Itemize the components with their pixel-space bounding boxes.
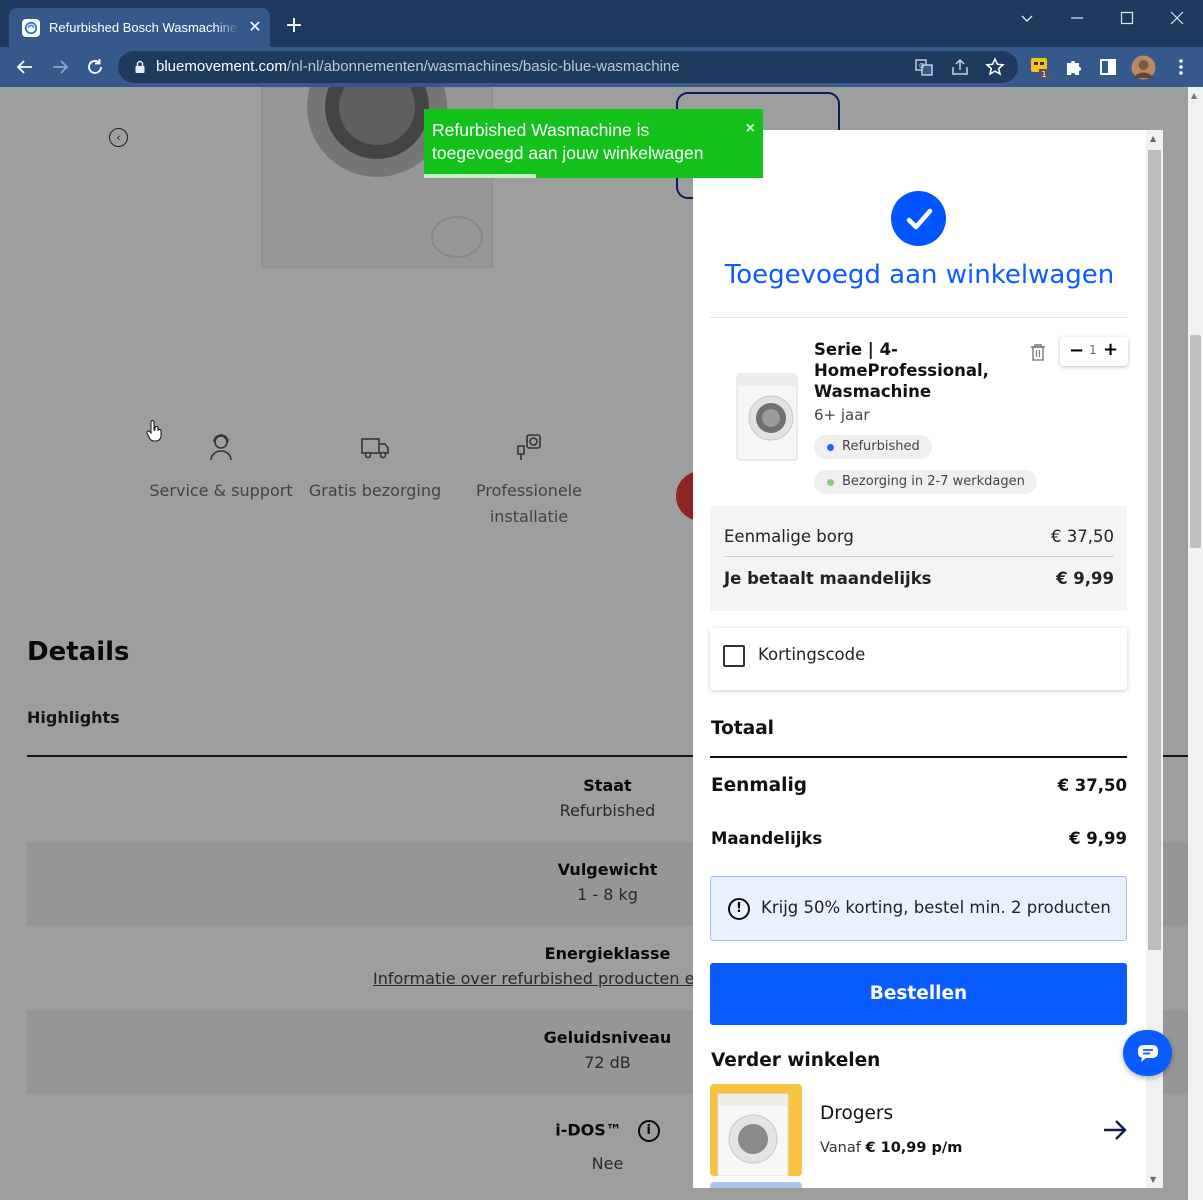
one-time-label: Eenmalig: [711, 775, 808, 796]
page-scrollbar-thumb[interactable]: [1190, 335, 1201, 548]
monthly-total: Maandelijks € 9,99: [711, 829, 1127, 848]
delivery-tag: Bezorging in 2-7 werkdagen: [814, 470, 1037, 494]
added-to-cart-toast: Refurbished Wasmachine is toegevoegd aan…: [424, 109, 763, 178]
monthly-total-label: Maandelijks: [711, 829, 823, 848]
monthly-total-value: € 9,99: [1069, 829, 1127, 848]
monthly-label: Je betaalt maandelijks: [724, 569, 932, 588]
translate-icon[interactable]: G: [914, 57, 934, 77]
promo-text: Krijg 50% korting, bestel min. 2 product…: [761, 898, 1111, 917]
toast-progress-fill: [424, 174, 536, 178]
new-tab-button[interactable]: +: [283, 15, 305, 38]
browser-tab-strip: Refurbished Bosch Wasmachine | Blue Move…: [0, 0, 1203, 47]
alert-icon: !: [728, 898, 750, 920]
deposit-value: € 37,50: [1051, 527, 1114, 546]
category-price: Vanaf € 10,99 p/m: [820, 1140, 962, 1156]
extensions-puzzle-icon[interactable]: [1064, 57, 1084, 77]
price-prefix: Vanaf: [820, 1140, 861, 1156]
svg-text:G: G: [919, 62, 924, 70]
forward-arrow-icon[interactable]: [48, 55, 72, 79]
tab-search-chevron-icon[interactable]: [1004, 6, 1050, 30]
browser-menu-icon[interactable]: [1171, 57, 1191, 77]
cart-drawer: Toegevoegd aan winkelwagen Serie | 4- Ho…: [693, 130, 1163, 1188]
url-text[interactable]: bluemovement.com/nl-nl/abonnementen/wasm…: [156, 58, 680, 75]
share-icon[interactable]: [950, 57, 970, 77]
extension-badge-count: 1: [1042, 70, 1047, 78]
total-heading: Totaal: [711, 718, 775, 739]
decrease-quantity-button[interactable]: −: [1069, 340, 1084, 361]
divider: [724, 556, 1114, 557]
tag-label: Refurbished: [842, 439, 920, 454]
monthly-value: € 9,99: [1056, 569, 1114, 588]
page-scrollbar[interactable]: ▲: [1188, 87, 1203, 1200]
one-time-value: € 37,50: [1057, 776, 1127, 795]
browser-tab[interactable]: Refurbished Bosch Wasmachine | Blue Move…: [9, 8, 270, 47]
tab-close-icon[interactable]: ✕: [245, 17, 265, 37]
order-button[interactable]: Bestellen: [710, 963, 1127, 1025]
lock-icon[interactable]: [132, 59, 148, 75]
one-time-total: Eenmalig € 37,50: [711, 775, 1127, 796]
chat-icon: [1137, 1045, 1158, 1062]
divider: [710, 317, 1127, 318]
category-image-next[interactable]: [710, 1182, 802, 1188]
drawer-scrollbar-thumb[interactable]: [1148, 150, 1161, 950]
increase-quantity-button[interactable]: +: [1103, 339, 1118, 360]
tag-label: Bezorging in 2-7 werkdagen: [842, 474, 1025, 489]
extension-badge-icon[interactable]: 1: [1030, 56, 1050, 79]
trash-icon[interactable]: [1030, 343, 1046, 361]
tab-title: Refurbished Bosch Wasmachine | Blue Move…: [49, 20, 239, 38]
url-path: /nl-nl/abonnementen/wasmachines/basic-bl…: [286, 58, 680, 75]
price-summary-box: Eenmalige borg € 37,50 Je betaalt maande…: [710, 506, 1127, 611]
toast-message: Refurbished Wasmachine is toegevoegd aan…: [432, 120, 704, 163]
back-arrow-icon[interactable]: [13, 55, 37, 79]
reload-icon[interactable]: [83, 55, 107, 79]
toast-close-icon[interactable]: ×: [746, 117, 755, 140]
refurbished-tag: Refurbished: [814, 435, 932, 459]
quantity-stepper: − 1 +: [1060, 337, 1128, 366]
success-check-icon: [891, 191, 946, 246]
arrow-right-icon[interactable]: [1102, 1118, 1128, 1142]
minimize-icon[interactable]: [1054, 6, 1100, 30]
cart-drawer-title: Toegevoegd aan winkelwagen: [724, 260, 1115, 290]
side-panel-icon[interactable]: [1098, 57, 1118, 77]
chat-button[interactable]: [1123, 1030, 1172, 1076]
discount-code-label: Kortingscode: [758, 645, 866, 664]
browser-toolbar: bluemovement.com/nl-nl/abonnementen/wasm…: [0, 47, 1203, 87]
category-image-dryers[interactable]: [710, 1084, 802, 1177]
quantity-value[interactable]: 1: [1089, 343, 1097, 357]
toast-progress-bar: [424, 174, 763, 178]
status-dot: [827, 444, 834, 451]
discount-promo-banner: ! Krijg 50% korting, bestel min. 2 produ…: [710, 876, 1127, 941]
close-window-icon[interactable]: [1154, 6, 1200, 30]
site-favicon-icon: [22, 19, 40, 37]
cart-product-age: 6+ jaar: [814, 406, 870, 424]
price-value: € 10,99 p/m: [865, 1140, 963, 1156]
deposit-line: Eenmalige borg € 37,50: [724, 527, 1114, 546]
deposit-label: Eenmalige borg: [724, 527, 854, 546]
cart-product-image: [736, 373, 798, 461]
continue-shopping-heading: Verder winkelen: [711, 1050, 881, 1071]
discount-code-checkbox[interactable]: [723, 645, 745, 667]
discount-code-toggle[interactable]: Kortingscode: [710, 628, 1127, 690]
profile-avatar[interactable]: [1131, 55, 1156, 80]
cart-product-name: Serie | 4- HomeProfessional, Wasmachine: [814, 340, 989, 401]
divider: [710, 756, 1127, 758]
category-name[interactable]: Drogers: [820, 1103, 893, 1124]
url-host: bluemovement.com: [156, 58, 287, 75]
hand-cursor-icon: [146, 420, 162, 442]
address-bar[interactable]: bluemovement.com/nl-nl/abonnementen/wasm…: [118, 51, 1018, 83]
status-dot: [827, 479, 834, 486]
maximize-icon[interactable]: [1104, 6, 1150, 30]
monthly-line: Je betaalt maandelijks € 9,99: [724, 569, 1114, 588]
dryer-image: [717, 1093, 789, 1177]
bookmark-star-icon[interactable]: [985, 57, 1005, 77]
